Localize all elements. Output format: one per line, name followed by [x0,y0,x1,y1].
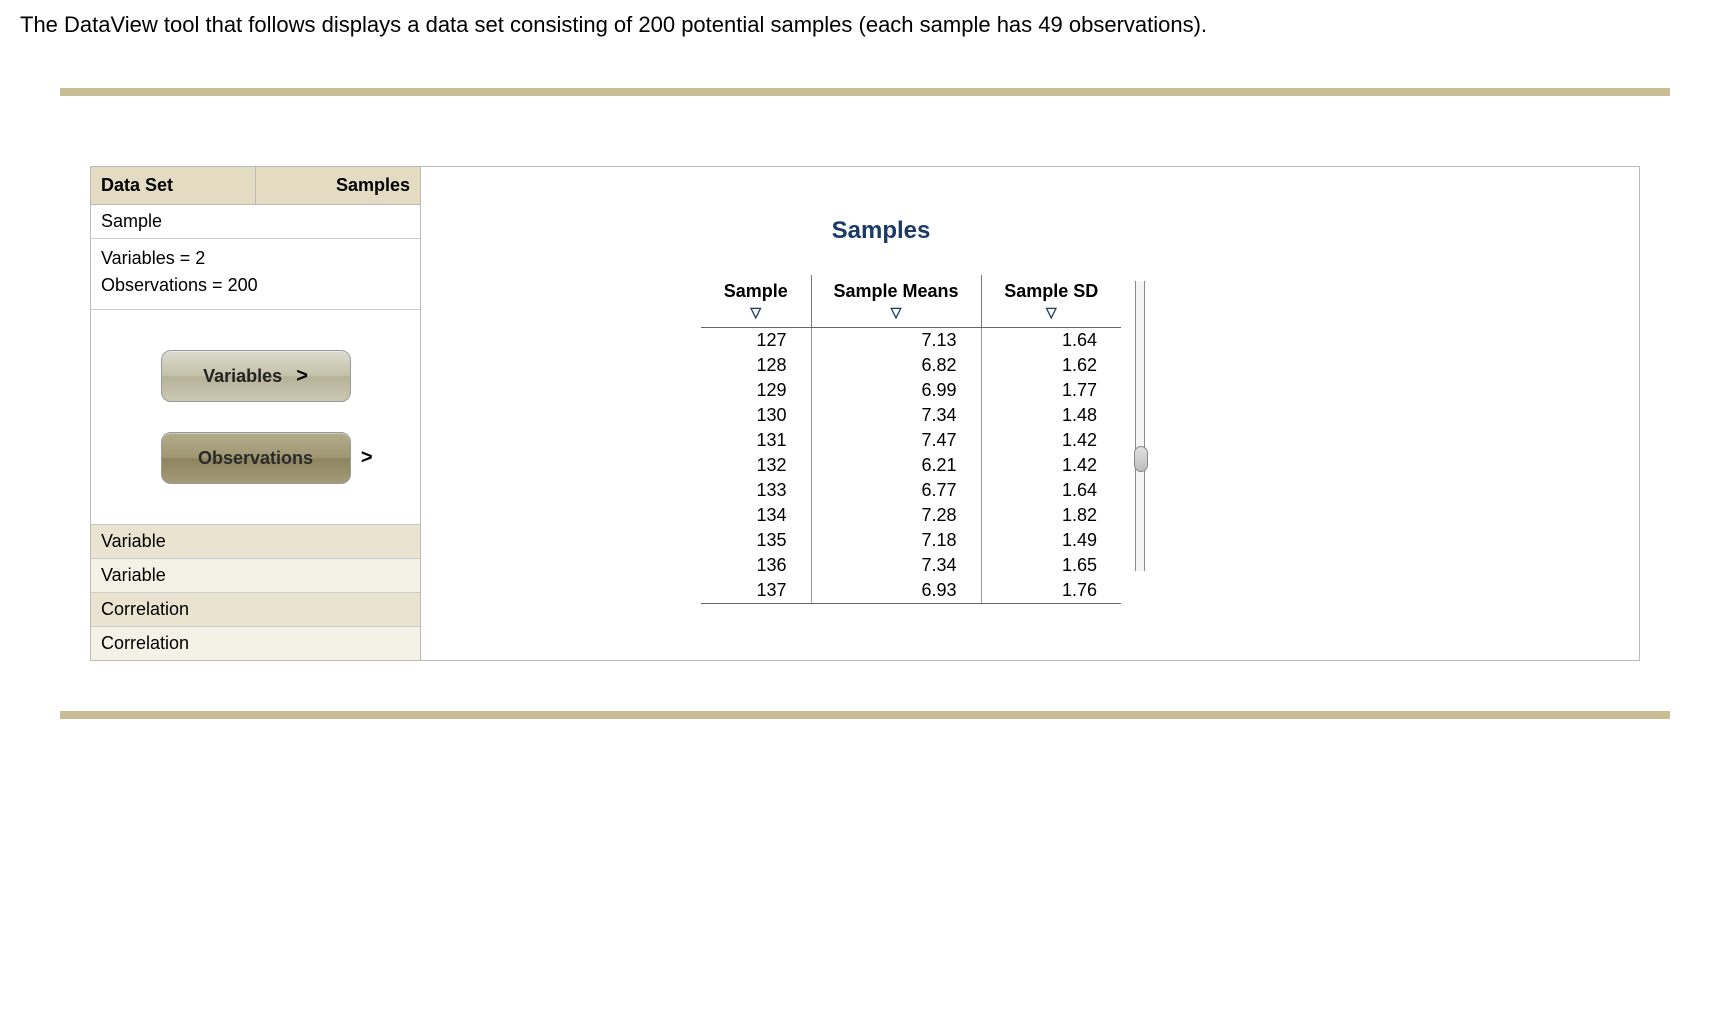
cell-sample: 136 [701,553,811,578]
cell-mean: 7.13 [811,328,981,354]
cell-sample: 133 [701,478,811,503]
cell-sd: 1.62 [981,353,1121,378]
tab-samples[interactable]: Samples [256,167,420,204]
sidebar-bottom-list: Variable Variable Correlation Correlatio… [91,524,420,660]
divider-bottom [60,711,1670,719]
table-row[interactable]: 1357.181.49 [701,528,1121,553]
observations-button[interactable]: Observations [161,432,351,484]
cell-sd: 1.77 [981,378,1121,403]
table-row[interactable]: 1336.771.64 [701,478,1121,503]
cell-sample: 128 [701,353,811,378]
col-header-sd[interactable]: Sample SD ▽ [981,275,1121,328]
cell-sample: 137 [701,578,811,604]
col-header-sample[interactable]: Sample ▽ [701,275,811,328]
cell-sample: 127 [701,328,811,354]
cell-sd: 1.65 [981,553,1121,578]
table-row[interactable]: 1347.281.82 [701,503,1121,528]
cell-sample: 130 [701,403,811,428]
cell-mean: 7.34 [811,553,981,578]
cell-mean: 6.82 [811,353,981,378]
table-row[interactable]: 1296.991.77 [701,378,1121,403]
col-header-means[interactable]: Sample Means ▽ [811,275,981,328]
samples-table-wrap: Sample ▽ Sample Means ▽ Sample SD ▽ [701,275,1599,604]
cell-sd: 1.76 [981,578,1121,604]
list-item[interactable]: Correlation [91,626,420,660]
cell-mean: 6.21 [811,453,981,478]
variables-button[interactable]: Variables > [161,350,351,402]
table-row[interactable]: 1286.821.62 [701,353,1121,378]
col-header-means-label: Sample Means [833,281,958,301]
cell-sd: 1.42 [981,428,1121,453]
variables-count: Variables = 2 [101,245,410,272]
cell-mean: 7.28 [811,503,981,528]
cell-sample: 129 [701,378,811,403]
sort-down-icon: ▽ [721,304,791,321]
observations-count: Observations = 200 [101,272,410,299]
cell-sample: 134 [701,503,811,528]
cell-mean: 7.18 [811,528,981,553]
panel-title: Samples [681,217,1081,245]
samples-table-body: 1277.131.641286.821.621296.991.771307.34… [701,328,1121,604]
sidebar: Data Set Samples Sample Variables = 2 Ob… [91,167,421,660]
scroll-thumb[interactable] [1134,446,1148,472]
chevron-right-icon: > [361,447,373,470]
list-item[interactable]: Variable [91,558,420,592]
list-item[interactable]: Correlation [91,592,420,626]
cell-mean: 6.99 [811,378,981,403]
sample-label: Sample [91,205,420,239]
cell-mean: 7.34 [811,403,981,428]
cell-mean: 6.77 [811,478,981,503]
tab-dataset[interactable]: Data Set [91,167,256,204]
cell-mean: 6.93 [811,578,981,604]
table-row[interactable]: 1367.341.65 [701,553,1121,578]
table-row[interactable]: 1326.211.42 [701,453,1121,478]
main-panel: Samples Sample ▽ Sample Means ▽ [421,167,1639,660]
cell-mean: 7.47 [811,428,981,453]
sort-down-icon: ▽ [1002,304,1102,321]
cell-sd: 1.49 [981,528,1121,553]
cell-sd: 1.48 [981,403,1121,428]
col-header-sample-label: Sample [724,281,788,301]
intro-text: The DataView tool that follows displays … [20,12,1710,38]
cell-sd: 1.64 [981,328,1121,354]
table-scrollbar[interactable] [1135,281,1145,571]
dataview-tool: Data Set Samples Sample Variables = 2 Ob… [90,166,1640,661]
cell-sample: 135 [701,528,811,553]
list-item[interactable]: Variable [91,524,420,558]
observations-button-label: Observations [198,448,313,469]
table-row[interactable]: 1307.341.48 [701,403,1121,428]
table-row[interactable]: 1317.471.42 [701,428,1121,453]
variables-button-label: Variables [203,366,282,387]
divider-top [60,88,1670,96]
sort-down-icon: ▽ [832,304,961,321]
table-row[interactable]: 1277.131.64 [701,328,1121,354]
cell-sample: 132 [701,453,811,478]
sidebar-tabs: Data Set Samples [91,167,420,205]
table-row[interactable]: 1376.931.76 [701,578,1121,604]
sidebar-buttons: Variables > Observations > [91,310,420,524]
info-block: Variables = 2 Observations = 200 [91,239,420,310]
cell-sd: 1.82 [981,503,1121,528]
cell-sd: 1.42 [981,453,1121,478]
cell-sample: 131 [701,428,811,453]
chevron-right-icon: > [296,365,308,388]
cell-sd: 1.64 [981,478,1121,503]
samples-table: Sample ▽ Sample Means ▽ Sample SD ▽ [701,275,1121,604]
col-header-sd-label: Sample SD [1004,281,1098,301]
